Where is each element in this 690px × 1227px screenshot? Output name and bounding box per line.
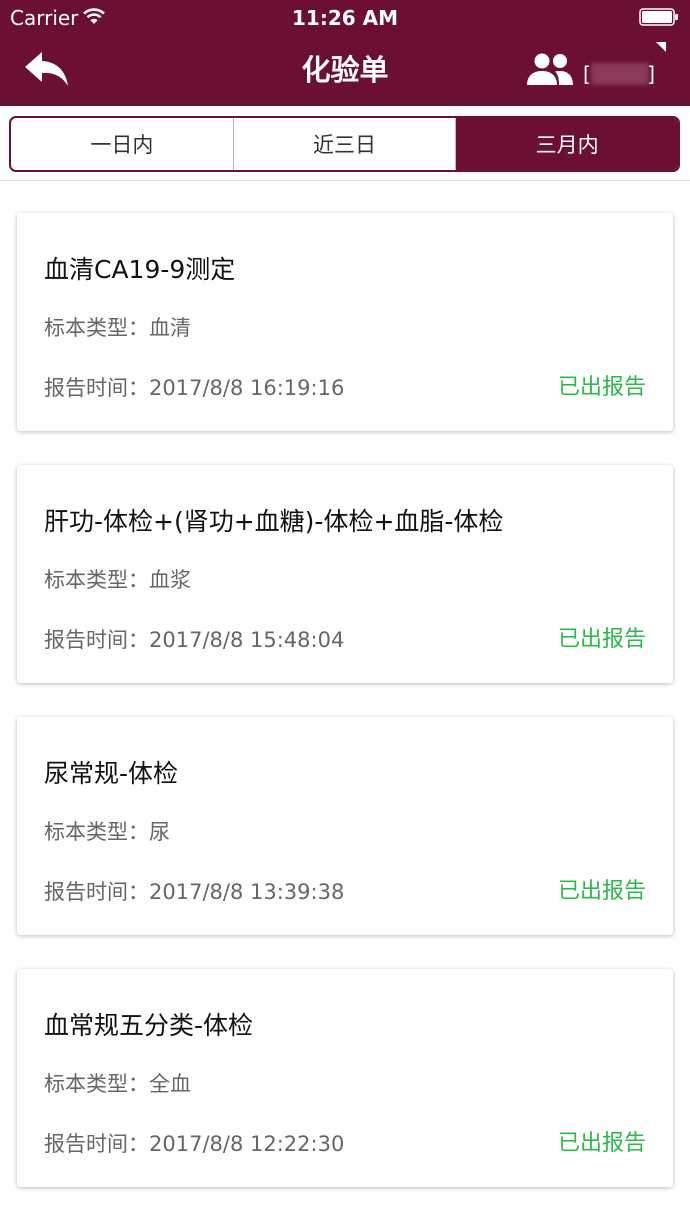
report-time-value: 2017/8/8 13:39:38 xyxy=(149,880,345,904)
specimen-label: 标本类型： xyxy=(44,820,149,844)
bracket-right: ] xyxy=(647,62,655,86)
tab-three-months[interactable]: 三月内 xyxy=(456,118,678,170)
specimen-label: 标本类型： xyxy=(44,1072,149,1096)
redacted-patient-name xyxy=(591,63,649,85)
specimen-type: 标本类型：血清 xyxy=(44,314,191,342)
report-time-value: 2017/8/8 16:19:16 xyxy=(149,376,345,400)
specimen-label: 标本类型： xyxy=(44,568,149,592)
specimen-type: 标本类型：血浆 xyxy=(44,566,191,594)
report-time: 报告时间：2017/8/8 16:19:16 xyxy=(44,374,344,402)
status-bar: Carrier 11:26 AM xyxy=(0,0,690,36)
specimen-value: 血清 xyxy=(149,316,191,340)
specimen-type: 标本类型：尿 xyxy=(44,818,170,846)
report-time-label: 报告时间： xyxy=(44,880,149,904)
report-name: 尿常规-体检 xyxy=(44,759,179,788)
report-card[interactable]: 尿常规-体检 标本类型：尿 报告时间：2017/8/8 13:39:38 已出报… xyxy=(17,717,673,935)
report-card[interactable]: 血清CA19-9测定 标本类型：血清 报告时间：2017/8/8 16:19:1… xyxy=(17,213,673,431)
specimen-type: 标本类型：全血 xyxy=(44,1070,191,1098)
report-time-value: 2017/8/8 15:48:04 xyxy=(149,628,345,652)
header-divider xyxy=(0,180,690,181)
date-range-tabs: 一日内 近三日 三月内 xyxy=(9,116,680,172)
specimen-value: 血浆 xyxy=(149,568,191,592)
report-status: 已出报告 xyxy=(557,879,646,904)
report-time-label: 报告时间： xyxy=(44,376,149,400)
app-header: Carrier 11:26 AM 化验单 [ ] xyxy=(0,0,690,106)
specimen-value: 全血 xyxy=(149,1072,191,1096)
report-status: 已出报告 xyxy=(557,627,646,652)
tab-three-days[interactable]: 近三日 xyxy=(234,118,457,170)
report-time-label: 报告时间： xyxy=(44,1132,149,1156)
report-status: 已出报告 xyxy=(557,1131,646,1156)
report-time: 报告时间：2017/8/8 15:48:04 xyxy=(44,626,344,654)
report-name: 肝功-体检+(肾功+血糖)-体检+血脂-体检 xyxy=(44,507,504,536)
report-time-label: 报告时间： xyxy=(44,628,149,652)
report-card[interactable]: 肝功-体检+(肾功+血糖)-体检+血脂-体检 标本类型：血浆 报告时间：2017… xyxy=(17,465,673,683)
report-name: 血清CA19-9测定 xyxy=(44,255,236,284)
dropdown-corner-icon xyxy=(656,42,666,52)
report-status: 已出报告 xyxy=(557,375,646,400)
tab-one-day[interactable]: 一日内 xyxy=(11,118,234,170)
user-group-icon[interactable] xyxy=(525,52,575,88)
report-time: 报告时间：2017/8/8 12:22:30 xyxy=(44,1130,344,1158)
report-name: 血常规五分类-体检 xyxy=(44,1011,254,1040)
specimen-label: 标本类型： xyxy=(44,316,149,340)
patient-name-field[interactable]: [ ] xyxy=(583,60,659,88)
bracket-left: [ xyxy=(583,62,591,86)
specimen-value: 尿 xyxy=(149,820,170,844)
status-time: 11:26 AM xyxy=(291,6,398,30)
report-card[interactable]: 血常规五分类-体检 标本类型：全血 报告时间：2017/8/8 12:22:30… xyxy=(17,969,673,1187)
report-time-value: 2017/8/8 12:22:30 xyxy=(149,1132,345,1156)
battery-icon xyxy=(639,8,678,26)
report-time: 报告时间：2017/8/8 13:39:38 xyxy=(44,878,344,906)
